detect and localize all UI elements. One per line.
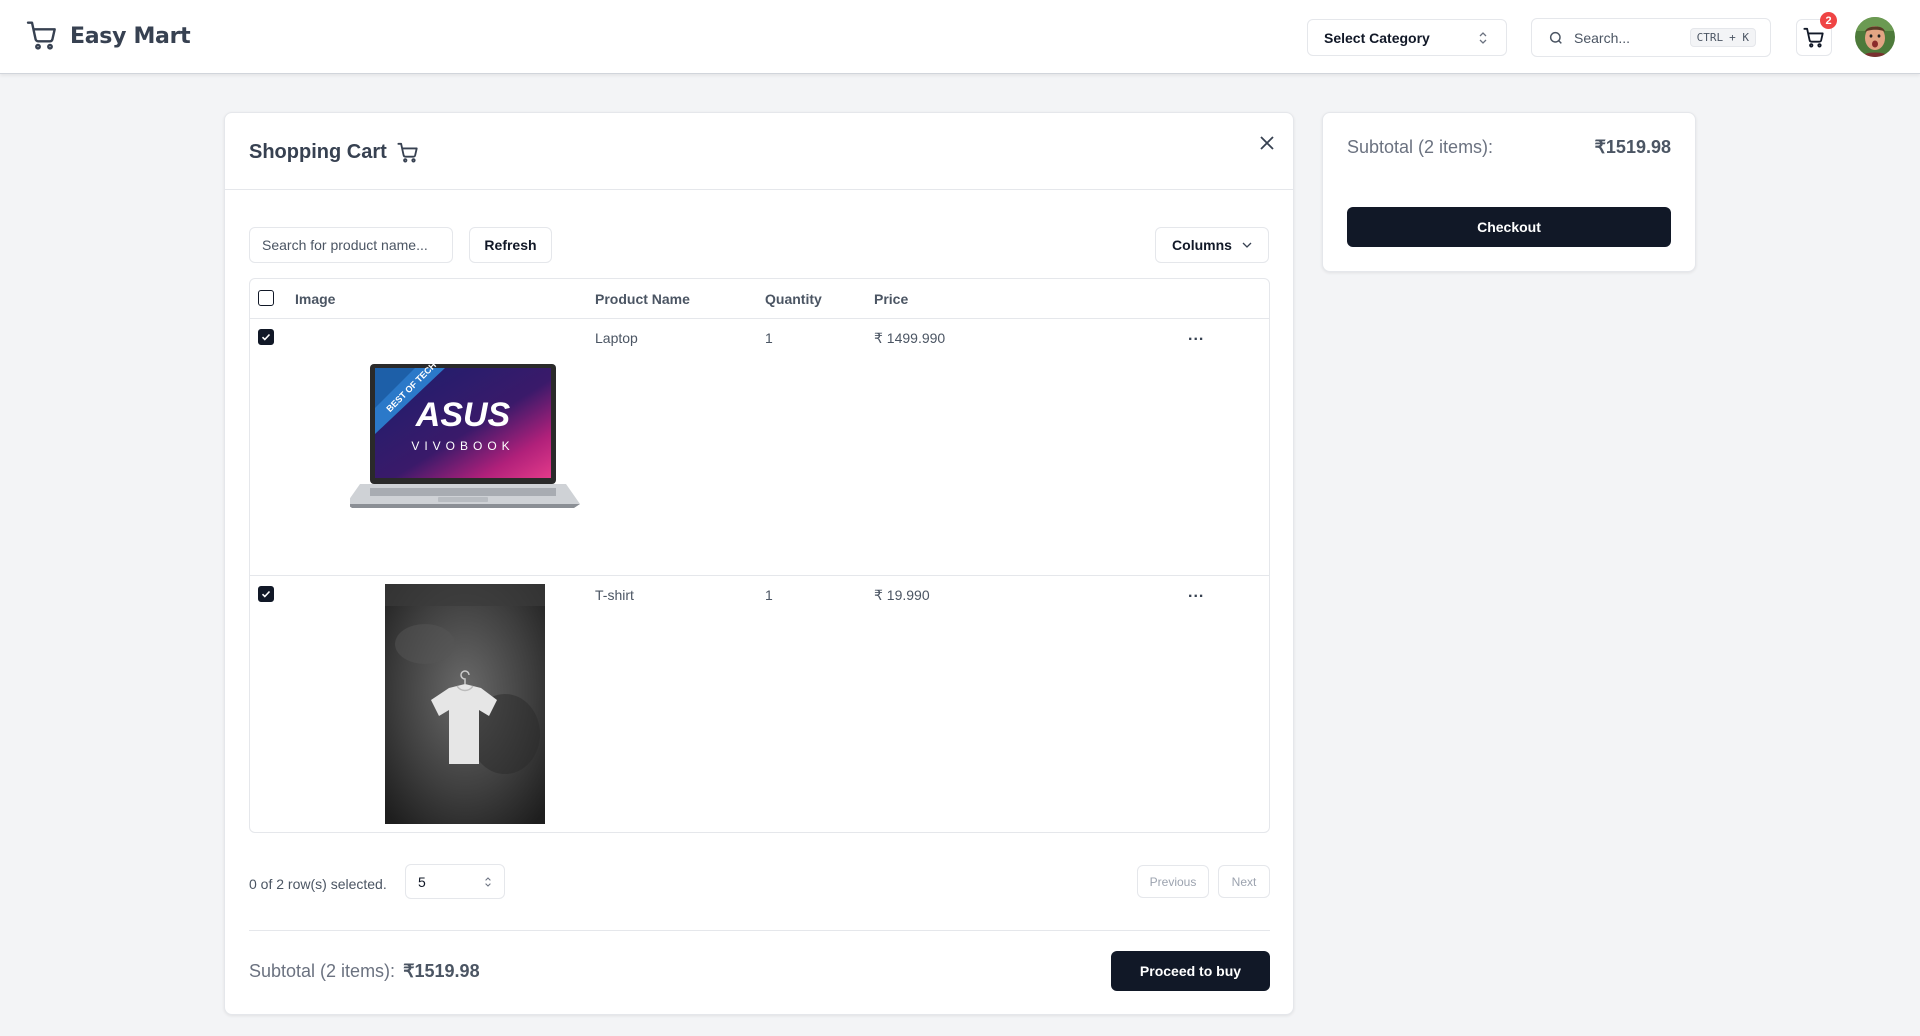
subtotal-value: ₹1519.98 [403, 961, 480, 981]
select-all-checkbox[interactable] [258, 290, 274, 306]
chevrons-up-down-icon [1478, 31, 1488, 45]
chevron-down-icon [1242, 242, 1252, 248]
product-image-tshirt [385, 584, 545, 824]
quantity-cell: 1 [765, 587, 773, 603]
laptop-model-text: VIVOBOOK [411, 439, 514, 453]
table-row: BEST OF TECH ASUS VIVOBOOK Laptop 1 ₹ 14… [250, 319, 1269, 576]
logo[interactable]: Easy Mart [26, 20, 191, 52]
shopping-cart-panel: Shopping Cart Search for product name...… [224, 112, 1294, 1015]
check-icon [261, 589, 271, 599]
check-icon [261, 332, 271, 342]
refresh-button[interactable]: Refresh [469, 227, 552, 263]
checkout-button[interactable]: Checkout [1347, 207, 1671, 247]
column-header-quantity[interactable]: Quantity [765, 291, 822, 307]
product-name-cell: Laptop [595, 330, 638, 346]
next-page-button[interactable]: Next [1218, 865, 1270, 898]
keyboard-shortcut: CTRL + K [1689, 28, 1756, 47]
close-icon [1260, 136, 1274, 150]
column-header-price[interactable]: Price [874, 291, 908, 307]
shopping-cart-icon [397, 142, 419, 164]
subtotal-label: Subtotal (2 items): [249, 961, 396, 981]
page-size-value: 5 [418, 873, 426, 890]
top-navbar: Easy Mart Select Category Search... CTRL… [0, 0, 1920, 74]
avatar[interactable] [1855, 17, 1895, 57]
order-summary-panel: Subtotal (2 items): ₹1519.98 Checkout [1322, 112, 1696, 272]
cart-subtotal: Subtotal (2 items): ₹1519.98 [249, 961, 480, 982]
selection-status: 0 of 2 row(s) selected. [249, 876, 387, 892]
product-image-laptop: BEST OF TECH ASUS VIVOBOOK [350, 364, 580, 524]
quantity-cell: 1 [765, 330, 773, 346]
chevrons-up-down-icon [484, 876, 492, 888]
row-actions-button[interactable]: ... [1188, 327, 1204, 345]
cart-table: Image Product Name Quantity Price BEST O… [249, 278, 1270, 833]
columns-label: Columns [1172, 237, 1232, 253]
shortcut-key: CTRL [1696, 31, 1724, 44]
search-icon [1548, 30, 1564, 46]
product-filter-input[interactable]: Search for product name... [249, 227, 453, 263]
category-select[interactable]: Select Category [1307, 19, 1507, 56]
close-button[interactable] [1257, 133, 1277, 153]
price-cell: ₹ 19.990 [874, 587, 930, 603]
shopping-cart-icon [26, 20, 58, 52]
column-header-image: Image [295, 291, 336, 307]
row-checkbox[interactable] [258, 586, 274, 602]
summary-subtotal-label: Subtotal (2 items): [1347, 137, 1494, 157]
row-actions-button[interactable]: ... [1188, 584, 1204, 602]
search-placeholder: Search... [1574, 29, 1631, 46]
page-size-select[interactable]: 5 [405, 864, 505, 899]
title-text: Shopping Cart [249, 141, 387, 163]
app-name: Easy Mart [70, 23, 191, 49]
divider [249, 930, 1270, 931]
laptop-brand-text: ASUS [415, 396, 511, 434]
shortcut-key: + K [1729, 31, 1749, 44]
previous-page-button[interactable]: Previous [1137, 865, 1209, 898]
cart-count-badge: 2 [1820, 12, 1837, 29]
proceed-to-buy-button[interactable]: Proceed to buy [1111, 951, 1270, 991]
columns-button[interactable]: Columns [1155, 227, 1269, 263]
price-cell: ₹ 1499.990 [874, 330, 946, 346]
row-checkbox[interactable] [258, 329, 274, 345]
category-select-value: Select Category [1324, 29, 1430, 46]
column-header-product-name[interactable]: Product Name [595, 291, 690, 307]
table-header: Image Product Name Quantity Price [250, 279, 1269, 319]
table-row: T-shirt 1 ₹ 19.990 ... [250, 576, 1269, 832]
page-title: Shopping Cart [249, 141, 419, 164]
divider [225, 189, 1293, 190]
global-search[interactable]: Search... CTRL + K [1531, 18, 1771, 57]
filter-placeholder: Search for product name... [262, 237, 428, 253]
summary-subtotal-value: ₹1519.98 [1594, 137, 1671, 157]
product-name-cell: T-shirt [595, 587, 634, 603]
shopping-cart-icon [1803, 27, 1825, 49]
